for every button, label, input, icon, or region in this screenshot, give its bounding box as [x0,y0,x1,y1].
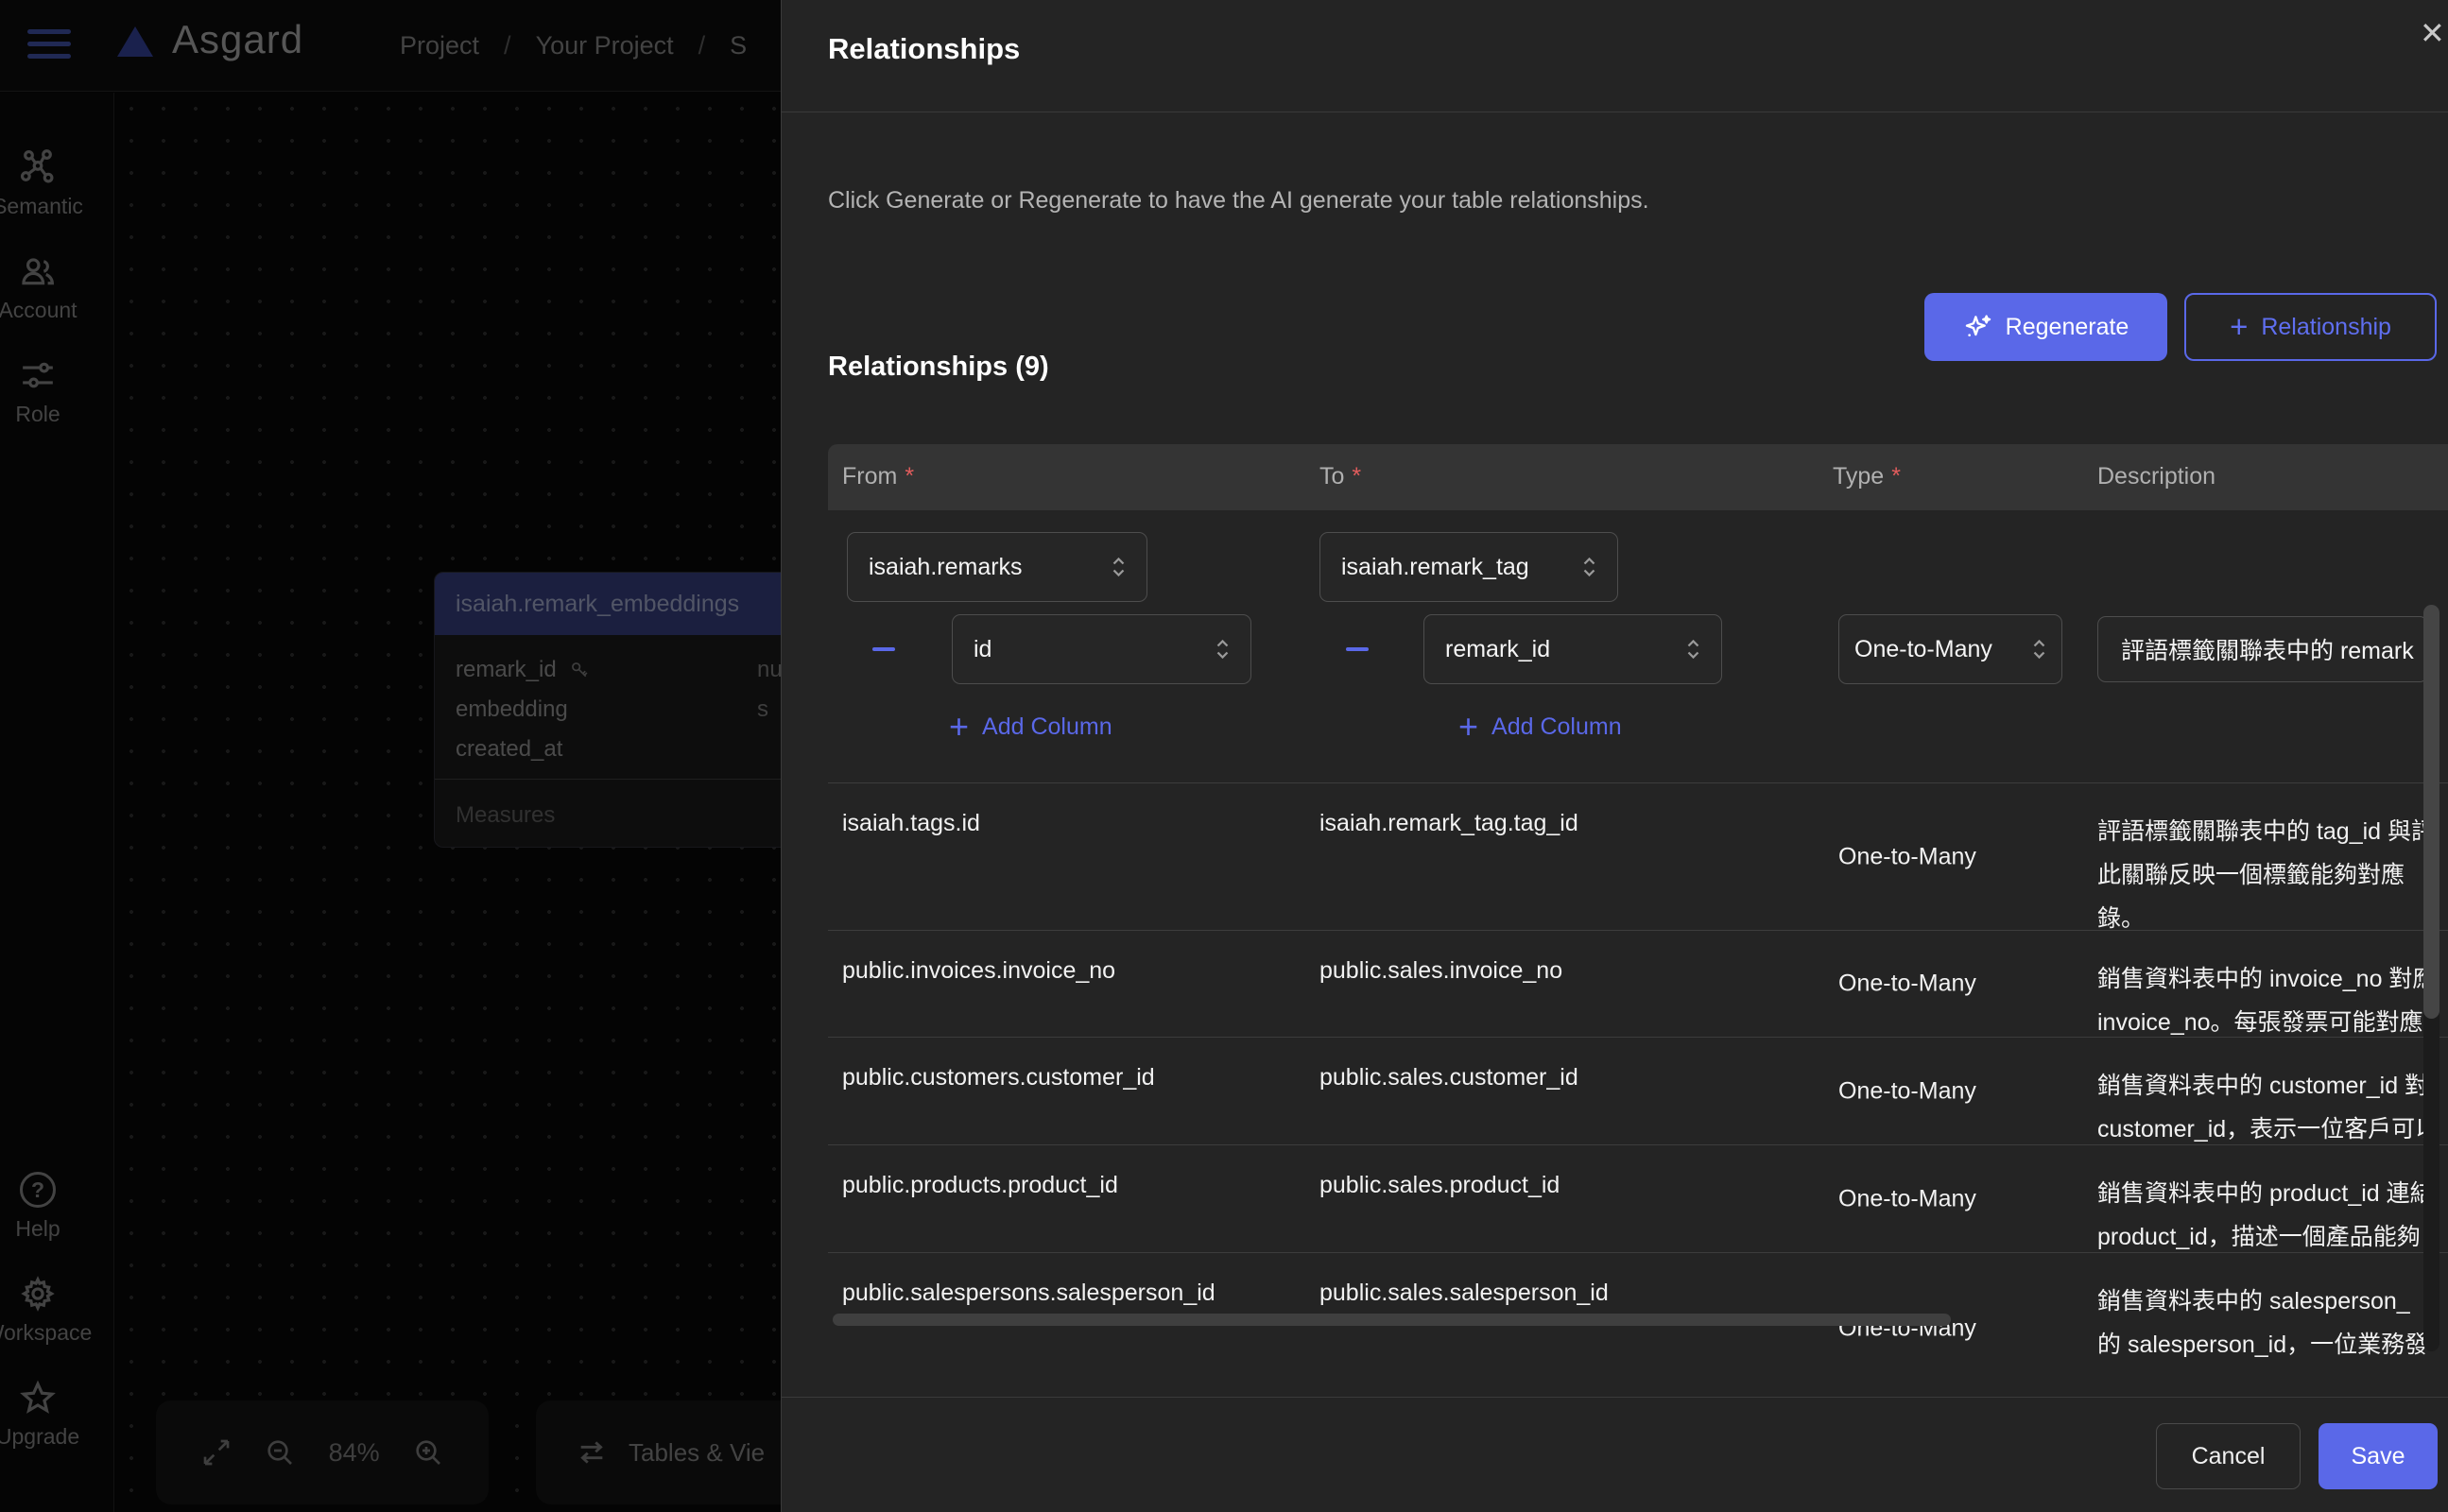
relationships-count-heading: Relationships (9) [828,352,1049,383]
row-from: isaiah.tags.id [842,810,1305,837]
add-relationship-button[interactable]: + Relationship [2184,293,2437,361]
row-description: 銷售資料表中的 customer_id 對 customer_id，表示一位客戶… [2097,1064,2448,1151]
chevron-updown-icon [2032,637,2046,662]
plus-icon: + [949,705,969,748]
row-to: public.sales.customer_id [1319,1064,1820,1091]
relationships-modal: Relationships ✕ Click Generate or Regene… [781,0,2448,1512]
row-to: public.sales.product_id [1319,1172,1820,1199]
regenerate-button[interactable]: Regenerate [1924,293,2167,361]
intro-text: Click Generate or Regenerate to have the… [828,187,1649,215]
table-row: public.invoices.invoice_no public.sales.… [828,930,2448,1037]
to-column-select[interactable]: remark_id [1423,614,1722,684]
to-table-select[interactable]: isaiah.remark_tag [1319,532,1618,602]
cancel-button[interactable]: Cancel [2156,1423,2301,1489]
add-to-column-link[interactable]: + Add Column [1458,705,1622,748]
row-to: isaiah.remark_tag.tag_id [1319,810,1820,837]
row-from: public.salespersons.salesperson_id [842,1280,1305,1307]
close-icon[interactable]: ✕ [2420,15,2445,51]
column-header-description: Description [2097,463,2215,490]
save-button[interactable]: Save [2319,1423,2438,1489]
chevron-updown-icon [1582,555,1596,579]
table-row: isaiah.tags.id isaiah.remark_tag.tag_id … [828,782,2448,930]
modal-footer: Cancel Save [782,1397,2448,1512]
add-from-column-link[interactable]: + Add Column [949,705,1112,748]
sparkle-icon [1963,312,1993,342]
relationship-type-select[interactable]: One-to-Many [1838,614,2062,684]
description-input[interactable]: 評語標籤關聯表中的 remark [2097,616,2428,682]
chevron-updown-icon [1686,637,1700,662]
modal-title: Relationships [828,32,1020,66]
required-asterisk: * [1352,463,1361,490]
horizontal-scrollbar-thumb[interactable] [833,1314,1951,1326]
row-description: 銷售資料表中的 invoice_no 對應 invoice_no。每張發票可能對… [2097,957,2448,1044]
row-from: public.customers.customer_id [842,1064,1305,1091]
from-table-select[interactable]: isaiah.remarks [847,532,1147,602]
remove-from-column-button[interactable] [871,637,896,662]
minus-icon [872,647,895,651]
table-row: public.products.product_id public.sales.… [828,1144,2448,1252]
row-type: One-to-Many [1838,1185,1976,1212]
from-column-select[interactable]: id [952,614,1251,684]
column-header-to: To* [1319,463,1361,490]
row-description: 銷售資料表中的 salesperson_ 的 salesperson_id，一位… [2097,1280,2448,1366]
column-header-type: Type* [1833,463,1901,490]
minus-icon [1346,647,1369,651]
add-relationship-label: Relationship [2261,314,2391,341]
required-asterisk: * [1891,463,1901,490]
chevron-updown-icon [1112,555,1126,579]
row-description: 銷售資料表中的 product_id 連結 product_id，描述一個產品能… [2097,1172,2448,1259]
plus-icon: + [2230,309,2248,345]
remove-to-column-button[interactable] [1345,637,1370,662]
row-description: 評語標籤關聯表中的 tag_id 與評 此關聯反映一個標籤能夠對應 錄。 [2097,810,2448,940]
table-row: public.customers.customer_id public.sale… [828,1037,2448,1144]
relationships-table: From* To* Type* Description isaiah.remar… [828,444,2448,1382]
row-to: public.sales.salesperson_id [1319,1280,1820,1307]
row-from: public.products.product_id [842,1172,1305,1199]
plus-icon: + [1458,705,1478,748]
row-type: One-to-Many [1838,971,1976,998]
row-type: One-to-Many [1838,1077,1976,1105]
row-to: public.sales.invoice_no [1319,957,1820,985]
regenerate-label: Regenerate [2006,314,2129,341]
required-asterisk: * [905,463,914,490]
relationship-rows: isaiah.tags.id isaiah.remark_tag.tag_id … [828,782,2448,1382]
row-from: public.invoices.invoice_no [842,957,1305,985]
chevron-updown-icon [1215,637,1230,662]
column-header-from: From* [842,463,914,490]
vertical-scrollbar-thumb[interactable] [2423,605,2439,1019]
table-header: From* To* Type* Description [828,444,2448,510]
row-type: One-to-Many [1838,843,1976,870]
